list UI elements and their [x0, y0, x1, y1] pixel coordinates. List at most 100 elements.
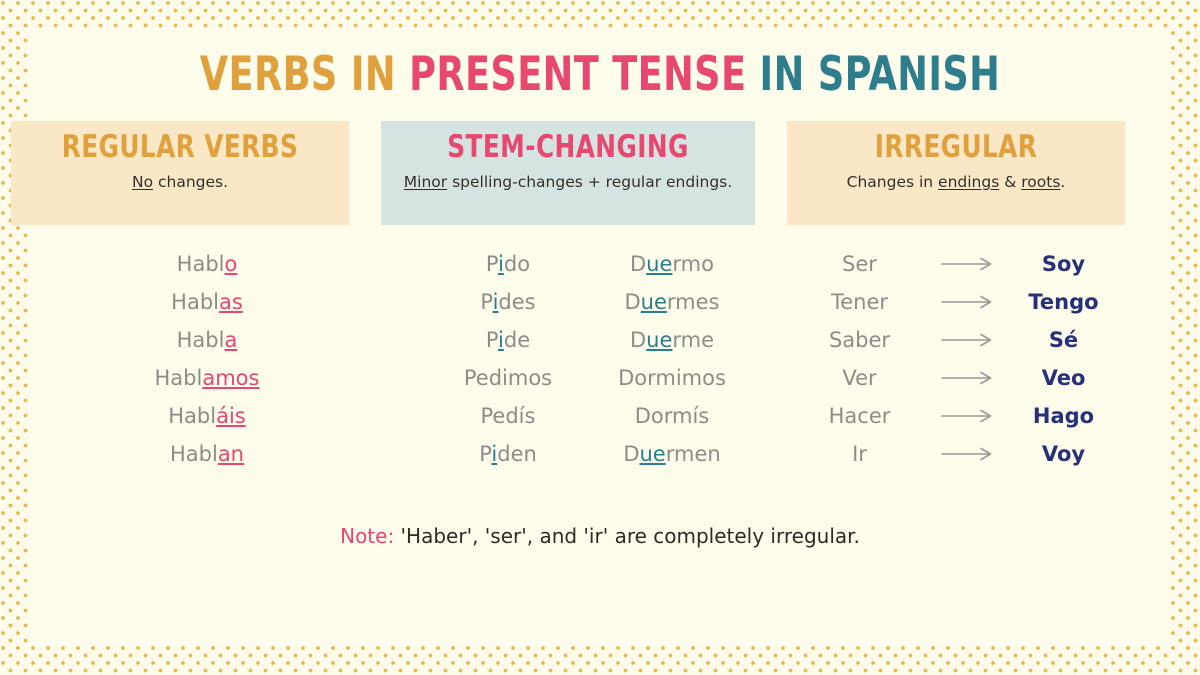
category-subtitle-stem-changing: Minor spelling-changes + regular endings…: [381, 173, 755, 191]
stem-change: ue: [646, 328, 673, 352]
infinitive-verb: Saber: [828, 328, 891, 352]
category-subtitle-regular-underlined: No: [131, 172, 154, 191]
infinitive-verb: Tener: [830, 290, 889, 314]
conjugation-row: Habla: [96, 321, 318, 359]
irregular-verb-row: Ver Veo: [787, 359, 1125, 397]
verb-stem: P: [480, 290, 493, 314]
conjugation-column-irregular: Ser Soy Tener Tengo Saber Sé Ver Veo Hacer Hago Ir…: [787, 245, 1125, 473]
conjugation-row: Habláis: [96, 397, 318, 435]
conjugation-row: Hablamos: [96, 359, 318, 397]
title-segment-verbs-in: VERBS IN: [199, 47, 410, 103]
arrow-right-icon: [932, 409, 1002, 423]
conjugated-verb: Voy: [1041, 442, 1086, 466]
verb-ending: rmes: [666, 290, 720, 314]
conjugation-row: Dormimos: [560, 359, 784, 397]
infinitive-verb: Ir: [852, 442, 867, 466]
category-subtitle-irregular-pre: Changes in: [846, 172, 939, 191]
category-subtitle-stem-underlined: Minor: [403, 172, 448, 191]
category-subtitle-stem-rest: spelling-changes + regular endings.: [447, 172, 733, 191]
verb-stem: D: [623, 442, 640, 466]
conjugation-row: Duermo: [560, 245, 784, 283]
verb-ending: as: [219, 290, 243, 314]
footer-note: Note: 'Haber', 'ser', and 'ir' are compl…: [0, 524, 1200, 548]
footer-note-label: Note:: [340, 524, 395, 548]
title-segment-in-spanish: IN SPANISH: [759, 47, 1001, 103]
verb-stem: Habl: [171, 290, 219, 314]
infinitive-verb: Ser: [842, 252, 877, 276]
conjugated-verb: Tengo: [1028, 290, 1099, 314]
irregular-verb-row: Tener Tengo: [787, 283, 1125, 321]
infinitive-verb: Ver: [842, 366, 877, 390]
conjugated-verb: Hago: [1032, 404, 1095, 428]
verb-ending: rmen: [665, 442, 721, 466]
conjugation-column-hablar: Hablo Hablas Habla Hablamos Habláis Hablan: [96, 245, 318, 473]
conjugation-row: Hablo: [96, 245, 318, 283]
verb-ending: an: [217, 442, 244, 466]
verb-stem: P: [485, 328, 499, 352]
stem-change: ue: [640, 290, 667, 314]
verb-ending: a: [224, 328, 238, 352]
verb-stem: Habl: [176, 252, 225, 276]
conjugation-row: Duermen: [560, 435, 784, 473]
category-subtitle-regular: No changes.: [11, 173, 349, 191]
verb-stem: Habl: [168, 404, 217, 428]
conjugation-row: Dormís: [560, 397, 784, 435]
verb-stem: Habl: [169, 442, 218, 466]
verb-stem: D: [629, 328, 647, 352]
arrow-right-icon: [932, 333, 1002, 347]
verb-stem: Habl: [154, 366, 203, 390]
conjugation-row: Duermes: [560, 283, 784, 321]
arrow-right-icon: [932, 371, 1002, 385]
verb-stem: D: [630, 252, 647, 276]
verb-stem: Dormimos: [618, 366, 726, 390]
verb-ending: des: [498, 290, 536, 314]
verb-stem: Habl: [176, 328, 225, 352]
conjugated-verb: Sé: [1048, 328, 1079, 352]
arrow-right-icon: [932, 257, 1002, 271]
arrow-right-icon: [932, 295, 1002, 309]
conjugation-column-dormir: Duermo Duermes Duerme Dormimos Dormís Duermen: [560, 245, 784, 473]
conjugated-verb: Soy: [1041, 252, 1086, 276]
conjugated-verb: Veo: [1041, 366, 1086, 390]
conjugation-row: Hablan: [96, 435, 318, 473]
category-subtitle-irregular-roots: roots: [1021, 172, 1061, 191]
category-subtitle-regular-rest: changes.: [153, 172, 229, 191]
arrow-right-icon: [932, 447, 1002, 461]
category-subtitle-irregular: Changes in endings & roots.: [787, 173, 1125, 191]
verb-ending: o: [224, 252, 238, 276]
category-heading-regular: REGULAR VERBS: [61, 129, 299, 165]
verb-stem: P: [479, 442, 492, 466]
infinitive-verb: Hacer: [828, 404, 891, 428]
irregular-verb-row: Ir Voy: [787, 435, 1125, 473]
verb-ending: rme: [672, 328, 715, 352]
verb-stem: Dormís: [634, 404, 710, 428]
verb-ending: do: [503, 252, 531, 276]
irregular-verb-row: Saber Sé: [787, 321, 1125, 359]
stem-change: ue: [639, 442, 666, 466]
verb-ending: de: [503, 328, 531, 352]
category-box-regular-verbs: REGULAR VERBS No changes.: [11, 121, 349, 225]
page-title: VERBS IN PRESENT TENSE IN SPANISH: [132, 51, 1068, 98]
infographic-poster: VERBS IN PRESENT TENSE IN SPANISH REGULA…: [0, 0, 1200, 675]
verb-ending: amos: [202, 366, 260, 390]
category-subtitle-irregular-mid: &: [999, 172, 1022, 191]
category-heading-irregular: IRREGULAR: [874, 129, 1038, 165]
verb-stem: Pedís: [480, 404, 536, 428]
category-subtitle-irregular-endings: endings: [938, 172, 1000, 191]
category-box-irregular: IRREGULAR Changes in endings & roots.: [787, 121, 1125, 225]
category-box-stem-changing: STEM-CHANGING Minor spelling-changes + r…: [381, 121, 755, 225]
footer-note-text: 'Haber', 'ser', and 'ir' are completely …: [394, 524, 860, 548]
title-segment-present-tense: PRESENT TENSE: [409, 47, 760, 103]
verb-ending: áis: [216, 404, 246, 428]
irregular-verb-row: Hacer Hago: [787, 397, 1125, 435]
stem-change: ue: [646, 252, 673, 276]
irregular-verb-row: Ser Soy: [787, 245, 1125, 283]
verb-stem: D: [624, 290, 641, 314]
conjugation-row: Duerme: [560, 321, 784, 359]
verb-ending: rmo: [672, 252, 714, 276]
category-subtitle-irregular-post: .: [1060, 172, 1066, 191]
verb-ending: den: [497, 442, 537, 466]
verb-stem: Pedimos: [463, 366, 553, 390]
conjugation-row: Hablas: [96, 283, 318, 321]
category-heading-stem-changing: STEM-CHANGING: [447, 129, 689, 165]
